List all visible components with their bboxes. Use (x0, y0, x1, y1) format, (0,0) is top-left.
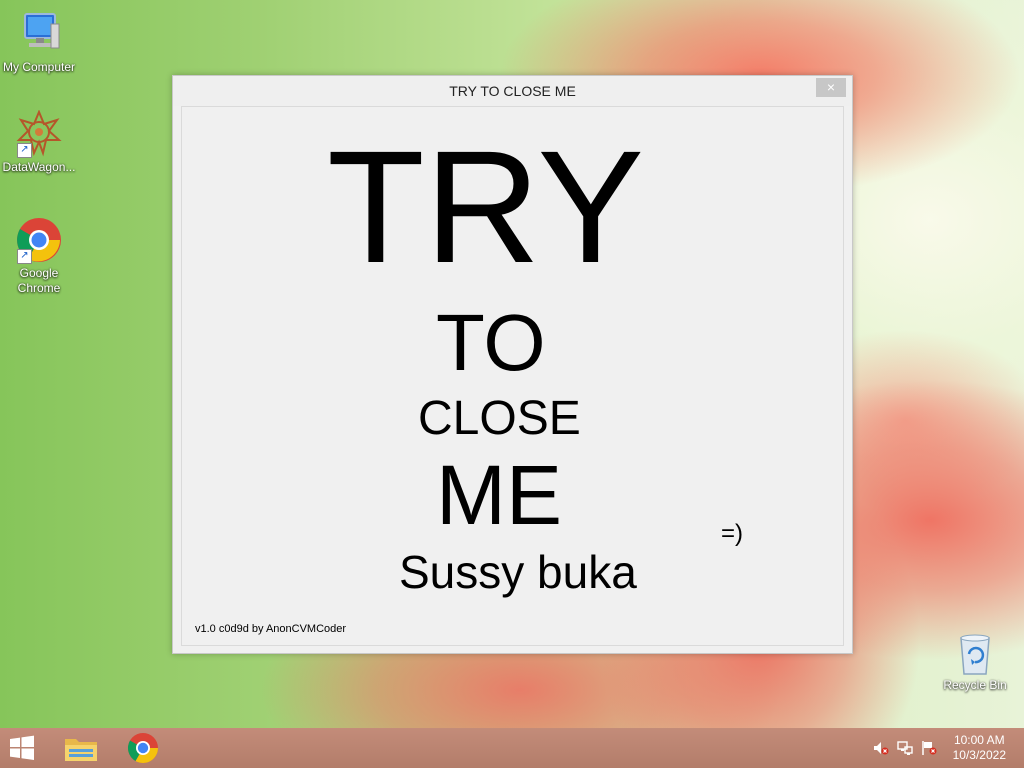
label-try: TRY (327, 117, 645, 296)
desktop-icon-my-computer[interactable]: My Computer (0, 10, 78, 75)
action-center-flag-icon[interactable] (921, 740, 937, 756)
windows-logo-icon (10, 735, 34, 760)
desktop-icon-label: Recycle Bin (943, 678, 1007, 692)
desktop-icon-label: Google Chrome (17, 266, 61, 295)
shortcut-arrow-icon: ↗ (17, 143, 32, 158)
desktop-icon-datawagon[interactable]: ↗ DataWagon... (0, 109, 78, 175)
close-icon: × (826, 79, 836, 95)
label-close: CLOSE (418, 392, 581, 445)
version-label: v1.0 c0d9d by AnonCVMCoder (195, 623, 347, 635)
window-titlebar[interactable]: TRY TO CLOSE ME × (173, 76, 852, 106)
taskbar-clock[interactable]: 10:00 AM 10/3/2022 (953, 733, 1006, 763)
computer-icon (15, 10, 63, 58)
taskbar: 10:00 AM 10/3/2022 (0, 728, 1024, 768)
shortcut-arrow-icon: ↗ (17, 249, 32, 264)
chrome-icon: ↗ (15, 216, 63, 264)
speaker-muted-icon[interactable] (873, 740, 889, 756)
desktop-icon-google-chrome[interactable]: ↗ Google Chrome (0, 216, 78, 296)
datawagon-icon: ↗ (15, 109, 63, 158)
label-to: TO (436, 298, 546, 387)
window-client-area: TRY TO CLOSE ME =) Sussy buka v1.0 c0d9d… (181, 106, 844, 646)
taskbar-file-explorer[interactable] (61, 731, 101, 765)
chrome-icon (127, 733, 158, 764)
desktop-icon-label: DataWagon... (2, 160, 76, 174)
desktop-icon-label: My Computer (2, 60, 76, 74)
clock-time: 10:00 AM (953, 733, 1005, 747)
network-icon[interactable] (897, 740, 913, 756)
folder-icon (65, 739, 97, 761)
desktop-icon-recycle-bin[interactable]: Recycle Bin (936, 632, 1014, 693)
label-sussy-buka: Sussy buka (399, 546, 637, 598)
window-title: TRY TO CLOSE ME (449, 83, 576, 99)
close-button[interactable]: × (816, 78, 846, 97)
label-smiley: =) (721, 520, 744, 547)
clock-date: 10/3/2022 (952, 748, 1006, 762)
recycle-bin-icon (955, 632, 995, 676)
label-me: ME (436, 448, 562, 542)
desktop-background: My Computer ↗ DataWagon... ↗ Google Chro… (0, 0, 1024, 728)
app-window: TRY TO CLOSE ME × TRY TO CLOSE ME =) Sus… (172, 75, 853, 654)
taskbar-google-chrome[interactable] (123, 731, 163, 765)
start-button[interactable] (8, 734, 40, 762)
